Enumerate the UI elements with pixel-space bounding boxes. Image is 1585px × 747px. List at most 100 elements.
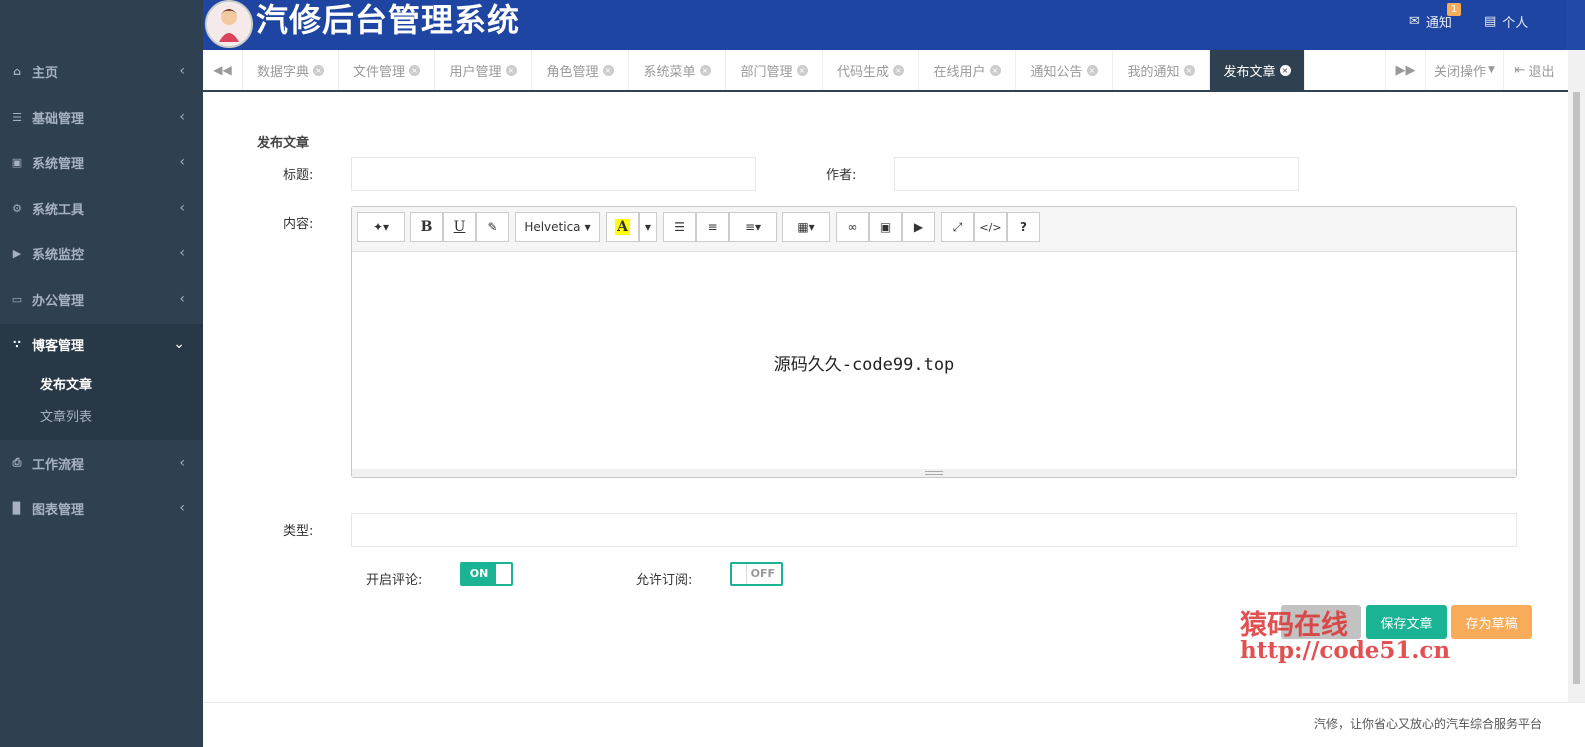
sidebar-item-blog[interactable]: ∵ 博客管理 ⌄: [0, 321, 203, 367]
tab-label: 部门管理: [740, 64, 793, 80]
logout-button[interactable]: ⇤ 退出: [1503, 50, 1565, 90]
top-header: 汽修后台管理系统 ✉ 通知 1 ▤ 个人: [203, 0, 1585, 50]
close-icon[interactable]: ×: [505, 64, 517, 76]
tab-menus[interactable]: 系统菜单 ×: [629, 50, 726, 90]
subscribe-label: 允许订阅:: [636, 573, 693, 588]
footer-text: 汽修，让你省心又放心的汽车综合服务平台: [1313, 717, 1542, 731]
watermark-url: http://code51.cn: [1240, 637, 1451, 664]
tab-dict[interactable]: 数据字典 ×: [243, 50, 339, 90]
print-icon: ⎙: [12, 456, 22, 469]
sidebar-subitem-article-list[interactable]: 文章列表: [40, 406, 92, 425]
tab-label: 系统菜单: [643, 64, 696, 80]
tab-depts[interactable]: 部门管理 ×: [726, 50, 823, 90]
table-icon: ▦▾: [797, 220, 815, 234]
bold-button[interactable]: B: [410, 212, 443, 242]
tab-label: 文件管理: [352, 64, 405, 80]
align-left-icon: ≡▾: [744, 220, 762, 234]
code-view-button[interactable]: </>: [974, 212, 1007, 242]
close-operations-dropdown[interactable]: 关闭操作 ▼: [1425, 50, 1503, 90]
editor-toolbar: ✦▾ B U ✎ Helvetica ▼ A ▼ ☰ ≡ ≡▾ ▦▾ ∞ ▣ ▶ …: [352, 207, 1516, 252]
sidebar-subitem-publish[interactable]: 发布文章: [40, 374, 92, 393]
video-icon: ▶: [913, 220, 924, 234]
close-icon[interactable]: ×: [313, 64, 324, 76]
tab-label: 我的通知: [1127, 64, 1180, 80]
save-draft-button[interactable]: 存为草稿: [1451, 605, 1532, 639]
tab-users[interactable]: 用户管理 ×: [435, 50, 532, 90]
tab-codegen[interactable]: 代码生成 ×: [823, 50, 919, 90]
tab-label: 发布文章: [1223, 64, 1276, 80]
comment-toggle[interactable]: ON: [460, 562, 513, 586]
chevron-left-icon: ‹: [179, 200, 185, 216]
sidebar-item-system[interactable]: ▣ 系统管理 ‹: [0, 139, 203, 185]
tab-publish-article[interactable]: 发布文章 ×: [1210, 50, 1305, 90]
notify-badge: 1: [1447, 3, 1461, 16]
notify-link[interactable]: ✉ 通知: [1409, 12, 1452, 31]
tab-announcements[interactable]: 通知公告 ×: [1016, 50, 1113, 90]
help-button[interactable]: ?: [1007, 212, 1040, 242]
form-section-title: 发布文章: [257, 136, 310, 151]
font-name: Helvetica: [524, 220, 581, 234]
caret-down-icon: ▼: [584, 222, 591, 232]
tab-label: 通知公告: [1030, 64, 1083, 80]
close-icon[interactable]: ×: [1279, 64, 1291, 76]
font-family-dropdown[interactable]: Helvetica ▼: [515, 212, 600, 242]
chevron-left-icon: ‹: [179, 63, 185, 79]
sidebar-item-basic[interactable]: ☰ 基础管理 ‹: [0, 94, 203, 140]
close-icon[interactable]: ×: [1086, 64, 1098, 76]
highlight-a-icon: A: [615, 219, 630, 235]
editor-resize-handle[interactable]: [352, 469, 1516, 477]
picture-icon: ▣: [879, 220, 892, 234]
image-button[interactable]: ▣: [869, 212, 902, 242]
link-button[interactable]: ∞: [836, 212, 869, 242]
chevron-left-icon: ‹: [179, 109, 185, 125]
type-label: 类型:: [283, 524, 314, 539]
profile-link[interactable]: ▤ 个人: [1484, 12, 1528, 31]
tab-my-notices[interactable]: 我的通知 ×: [1113, 50, 1210, 90]
author-input[interactable]: [894, 157, 1299, 191]
title-input[interactable]: [351, 157, 756, 191]
sidebar-item-workflow[interactable]: ⎙ 工作流程 ‹: [0, 440, 203, 486]
close-icon[interactable]: ×: [699, 64, 711, 76]
bullet-list-button[interactable]: ☰: [663, 212, 696, 242]
tab-scroll-left-button[interactable]: ◀◀: [203, 50, 243, 90]
tab-label: 数据字典: [256, 64, 309, 80]
style-wand-button[interactable]: ✦▾: [357, 212, 405, 242]
close-icon[interactable]: ×: [1183, 64, 1195, 76]
tab-scroll-right-button[interactable]: ▶▶: [1385, 50, 1425, 90]
ordered-list-button[interactable]: ≡: [696, 212, 729, 242]
close-icon[interactable]: ×: [989, 64, 1001, 76]
close-icon[interactable]: ×: [893, 64, 904, 76]
table-dropdown[interactable]: ▦▾: [782, 212, 830, 242]
sidebar-item-charts[interactable]: ▉ 图表管理 ‹: [0, 485, 203, 531]
tab-label: 用户管理: [449, 64, 502, 80]
chevron-left-icon: ‹: [179, 245, 185, 261]
subscribe-toggle[interactable]: OFF: [730, 562, 783, 586]
close-icon[interactable]: ×: [796, 64, 808, 76]
sidebar-item-label: 主页: [32, 65, 59, 81]
close-icon[interactable]: ×: [409, 64, 420, 76]
video-button[interactable]: ▶: [902, 212, 935, 242]
sidebar-item-label: 基础管理: [32, 111, 85, 127]
paragraph-align-dropdown[interactable]: ≡▾: [729, 212, 777, 242]
type-input[interactable]: [351, 513, 1517, 547]
scrollbar-thumb[interactable]: [1573, 92, 1580, 684]
eraser-button[interactable]: ✎: [476, 212, 509, 242]
fullscreen-button[interactable]: ⤢: [941, 212, 974, 242]
editor-content-area[interactable]: 源码久久-code99.top: [352, 253, 1516, 471]
highlight-color-button[interactable]: A: [606, 212, 639, 242]
sidebar-item-home[interactable]: ⌂ 主页 ‹: [0, 48, 203, 94]
color-dropdown-button[interactable]: ▼: [639, 212, 657, 242]
sidebar-item-monitor[interactable]: ▶ 系统监控 ‹: [0, 230, 203, 276]
close-icon[interactable]: ×: [602, 64, 614, 76]
tab-files[interactable]: 文件管理 ×: [339, 50, 435, 90]
rich-text-editor[interactable]: ✦▾ B U ✎ Helvetica ▼ A ▼ ☰ ≡ ≡▾ ▦▾ ∞ ▣ ▶ …: [351, 206, 1517, 478]
save-article-button[interactable]: 保存文章: [1366, 605, 1447, 639]
tab-roles[interactable]: 角色管理 ×: [532, 50, 629, 90]
tab-online-users[interactable]: 在线用户 ×: [919, 50, 1016, 90]
underline-button[interactable]: U: [443, 212, 476, 242]
sidebar-item-tools[interactable]: ⚙ 系统工具 ‹: [0, 185, 203, 231]
app-title: 汽修后台管理系统: [256, 1, 521, 39]
toggle-knob: [496, 564, 511, 584]
sidebar-item-office[interactable]: ▭ 办公管理 ‹: [0, 276, 203, 322]
video-icon: ▶: [12, 246, 22, 260]
